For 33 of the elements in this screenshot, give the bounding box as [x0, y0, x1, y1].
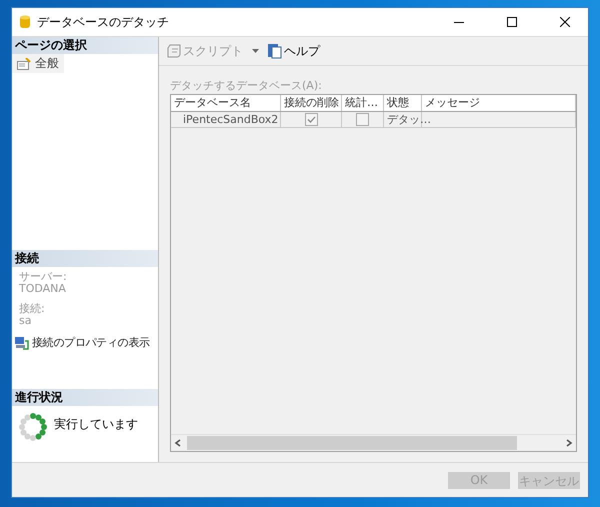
properties-icon	[17, 58, 31, 70]
checkbox[interactable]	[356, 113, 369, 126]
server-name: TODANA	[19, 283, 67, 295]
dropdown-arrow-icon[interactable]	[252, 49, 259, 53]
connection-properties-link[interactable]: 接続のプロパティの表示	[12, 327, 153, 350]
help-document-icon	[268, 44, 282, 58]
column-header[interactable]: メッセージ	[422, 95, 576, 111]
close-icon	[560, 17, 570, 27]
table-cell: iPentecSandBox2	[183, 113, 278, 126]
progress-status: 実行しています	[54, 416, 138, 433]
section-header: ページの選択	[12, 37, 158, 54]
column-header[interactable]: 状態	[384, 95, 422, 111]
database-icon	[20, 15, 30, 29]
connection-label: 接続:	[19, 303, 46, 315]
column-header[interactable]: 統計…	[342, 95, 384, 111]
spinner-icon	[18, 412, 48, 442]
horizontal-scrollbar[interactable]	[171, 434, 576, 451]
network-icon	[15, 336, 29, 350]
column-header[interactable]: 接続の削除	[281, 95, 342, 111]
grid-label: デタッチするデータベース(A):	[170, 78, 323, 93]
section-header: 進行状況	[12, 389, 158, 406]
scroll-icon	[167, 44, 181, 58]
help-button[interactable]: ヘルプ	[266, 42, 322, 60]
server-label: サーバー:	[19, 271, 68, 283]
connection-user: sa	[19, 315, 32, 327]
column-header[interactable]: データベース名	[171, 95, 281, 111]
page-item[interactable]: 全般	[12, 54, 64, 73]
table-cell: デタッ…	[387, 112, 431, 127]
scrollbar-thumb[interactable]	[187, 436, 517, 450]
window-title: データベースのデタッチ	[37, 14, 169, 30]
section-header: 接続	[12, 250, 158, 267]
checkbox[interactable]	[304, 113, 318, 126]
maximize-icon	[507, 17, 517, 27]
